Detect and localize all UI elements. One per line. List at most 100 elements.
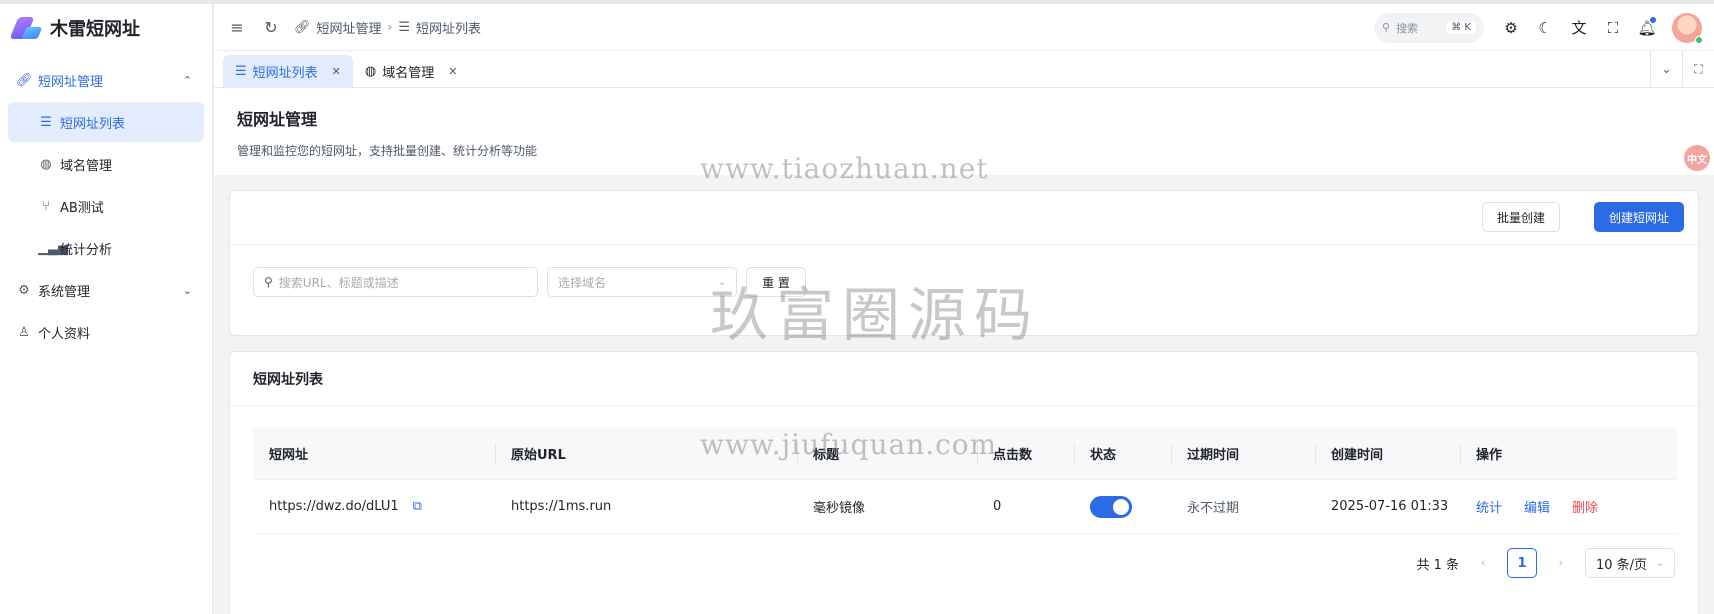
tab-domain-management[interactable]: ◍ 域名管理 ✕ [353,55,470,87]
column-header: 原始URL [495,428,797,479]
breadcrumb-item: 短网址列表 [416,21,482,37]
search-label: 搜索 [1396,21,1419,35]
table-header: 短网址 原始URL 标题 点击数 状态 过期时间 创建时间 操作 [253,428,1677,480]
close-icon[interactable]: ✕ [448,65,457,78]
sidebar-menu: 🔗︎ 短网址管理 ⌃ ☰ 短网址列表 ◍ 域名管理 ⑂ AB测试 ▁▃▅ 统计分… [0,52,212,352]
sidebar-item-statistics[interactable]: ▁▃▅ 统计分析 [8,228,204,268]
search-icon: ⚲ [1382,21,1391,34]
split-icon: ⑂ [42,198,50,214]
global-search[interactable]: ⚲ 搜索 ⌘ K [1374,12,1484,43]
sidebar-item-ab-test[interactable]: ⑂ AB测试 [8,186,204,226]
prev-page-icon[interactable]: ‹ [1473,556,1493,571]
gear-icon: ⚙ [18,282,30,298]
expire-cell: 永不过期 [1187,501,1240,516]
page-description: 管理和监控您的短网址，支持批量创建、统计分析等功能 [237,144,538,158]
reset-button[interactable]: 重 置 [746,267,806,297]
maximize-icon[interactable]: ⛶ [1682,51,1714,87]
search-placeholder: 搜索URL、标题或描述 [278,275,399,290]
action-toolbar: 批量创建 创建短网址 [230,191,1698,245]
top-header: ≡ ↻ 🔗︎ 短网址管理 › ☰ 短网址列表 ⚲ 搜索 ⌘ K ⚙ ☾ 文 ⛶ … [214,4,1714,51]
edit-link[interactable]: 编辑 [1524,497,1550,516]
bar-chart-icon: ▁▃▅ [38,240,68,256]
page-number[interactable]: 1 [1507,548,1537,578]
breadcrumb: 🔗︎ 短网址管理 › ☰ 短网址列表 [294,18,481,37]
tab-short-url-list[interactable]: ☰ 短网址列表 ✕ [223,55,353,87]
search-icon: ⚲ [264,275,273,289]
short-url-cell: https://dwz.do/dLU1 ⧉ [253,480,495,533]
globe-icon: ◍ [364,63,377,79]
search-shortcut: ⌘ K [1446,21,1476,34]
chevron-up-icon: ⌃ [182,73,192,87]
pagination-total: 共 1 条 [1416,557,1459,573]
fullscreen-icon[interactable]: ⛶ [1596,19,1630,37]
tab-label: 域名管理 [382,65,435,81]
sidebar-item-label: 域名管理 [60,158,113,174]
chevron-down-icon[interactable]: ⌄ [1650,51,1682,87]
sidebar-item-domain-management[interactable]: ◍ 域名管理 [8,144,204,184]
language-icon[interactable]: 文 [1562,17,1596,38]
notification-bell-icon[interactable]: 🔔︎ [1630,16,1664,37]
created-cell: 2025-07-16 01:33 [1331,499,1449,514]
list-title: 短网址列表 [230,352,1698,406]
column-header: 操作 [1460,428,1677,479]
search-input[interactable]: ⚲ 搜索URL、标题或描述 [253,267,538,297]
domain-placeholder: 选择域名 [558,275,607,290]
copy-icon[interactable]: ⧉ [413,499,422,514]
sidebar-item-label: 系统管理 [38,284,91,300]
table-row: https://dwz.do/dLU1 ⧉ https://1ms.run 毫秒… [253,480,1677,534]
list-icon: ☰ [398,19,410,35]
sidebar-item-label: 短网址管理 [38,74,104,90]
column-header: 点击数 [977,428,1074,479]
short-url[interactable]: https://dwz.do/dLU1 [269,499,399,514]
tab-label: 短网址列表 [252,65,318,81]
batch-create-button[interactable]: 批量创建 [1481,202,1560,232]
stats-link[interactable]: 统计 [1476,497,1502,516]
status-cell [1074,480,1171,533]
column-header: 过期时间 [1171,428,1315,479]
column-header: 短网址 [269,448,309,463]
title-cell: 毫秒镜像 [813,501,866,516]
short-url-table: 短网址 原始URL 标题 点击数 状态 过期时间 创建时间 操作 https:/… [253,428,1677,534]
dark-mode-icon[interactable]: ☾ [1528,19,1562,37]
notification-dot [1650,16,1656,23]
page-tabs: ☰ 短网址列表 ✕ ◍ 域名管理 ✕ ⌄ ⛶ [214,51,1714,88]
status-toggle[interactable] [1090,495,1132,518]
short-url-list-card: 短网址列表 短网址 原始URL 标题 点击数 状态 过期时间 创建时间 操作 h… [229,351,1699,614]
breadcrumb-item[interactable]: 短网址管理 [317,18,382,37]
domain-select[interactable]: 选择域名 ⌄ [547,267,737,297]
sidebar-item-short-url-management[interactable]: 🔗︎ 短网址管理 ⌃ [8,60,204,100]
sidebar-item-system-management[interactable]: ⚙ 系统管理 ⌄ [8,270,204,310]
page-size-select[interactable]: 10 条/页 ⌄ [1585,548,1675,578]
refresh-icon[interactable]: ↻ [254,18,288,37]
sidebar-item-label: 统计分析 [60,242,113,258]
sidebar-item-profile[interactable]: ♙ 个人资料 [8,312,204,352]
breadcrumb-separator-icon: › [387,20,393,34]
clicks-cell: 0 [993,499,1002,514]
chevron-down-icon: ⌄ [182,283,192,297]
next-page-icon[interactable]: › [1551,556,1571,571]
app-name: 木雷短网址 [50,19,140,40]
language-badge[interactable]: 中文 [1684,145,1710,171]
sidebar-item-short-url-list[interactable]: ☰ 短网址列表 [8,102,204,142]
menu-toggle-icon[interactable]: ≡ [220,18,254,37]
settings-icon[interactable]: ⚙ [1494,19,1528,37]
online-status-dot [1695,35,1703,44]
column-header: 创建时间 [1315,428,1460,479]
avatar[interactable] [1672,12,1703,44]
pagination: 共 1 条 ‹ 1 › 10 条/页 ⌄ [1416,548,1675,578]
delete-link[interactable]: 删除 [1572,497,1598,516]
column-header: 状态 [1074,428,1171,479]
close-icon[interactable]: ✕ [332,65,341,78]
page-title: 短网址管理 [237,110,318,129]
original-url-cell: https://1ms.run [511,499,612,514]
list-icon: ☰ [235,63,247,79]
tabs-controls: ⌄ ⛶ [1650,51,1714,87]
page-size-label: 10 条/页 [1596,557,1648,573]
create-short-url-button[interactable]: 创建短网址 [1593,202,1684,232]
list-icon: ☰ [40,114,52,130]
link-icon: 🔗︎ [294,19,311,35]
chevron-down-icon: ⌄ [1655,557,1664,569]
app-logo[interactable]: 木雷短网址 [0,4,212,52]
chevron-down-icon: ⌄ [717,276,726,288]
actions-cell: 统计 编辑 删除 [1460,480,1677,533]
